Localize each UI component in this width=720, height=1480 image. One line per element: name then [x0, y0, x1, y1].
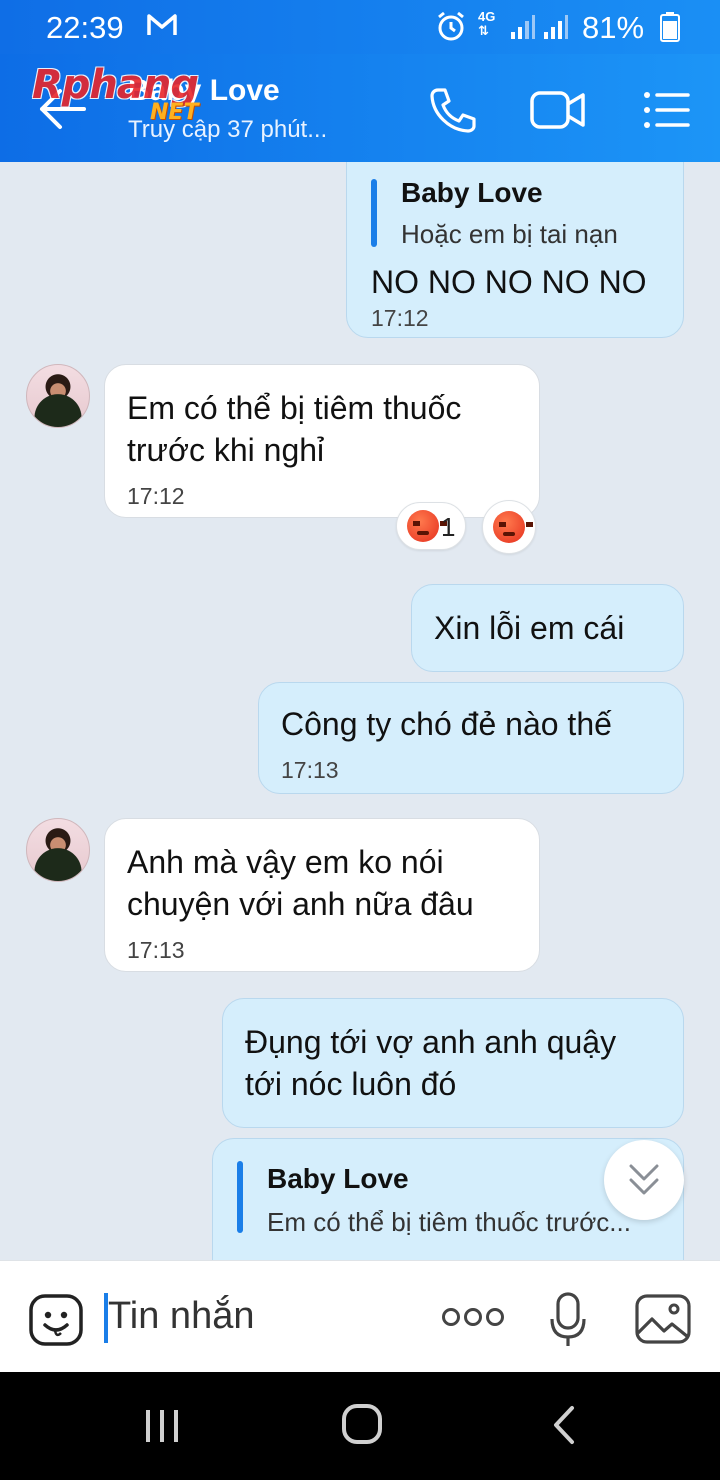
chat-header: Baby Love Truy cập 37 phút... Rphang NET [0, 54, 720, 162]
message-text: Xin lỗi em cái [434, 610, 625, 646]
network-type: 4G ⇅ [478, 9, 496, 38]
reaction-summary[interactable]: 1 [396, 502, 466, 550]
microphone-icon [550, 1292, 586, 1346]
message-bubble-outgoing[interactable]: Baby Love Hoặc em bị tai nạn NO NO NO NO… [346, 162, 684, 338]
message-time: 17:12 [371, 305, 429, 331]
more-dots-icon [442, 1308, 504, 1326]
network-label: 4G [478, 9, 496, 24]
message-time: 17:13 [127, 937, 185, 963]
message-text: NO NO NO NO NO [371, 264, 647, 300]
battery-icon [660, 12, 680, 47]
message-bubble-outgoing[interactable]: Xin lỗi em cái [411, 584, 684, 672]
message-list[interactable]: Baby Love Hoặc em bị tai nạn NO NO NO NO… [0, 162, 720, 1260]
message-bubble-incoming[interactable]: Anh mà vậy em ko nói chuyện với anh nữa … [104, 818, 540, 972]
gmail-icon [146, 12, 178, 43]
more-options-button[interactable] [440, 1305, 506, 1334]
message-composer: Tin nhắn [0, 1260, 720, 1372]
message-text-line: Đụng tới vợ anh anh quậy [245, 1024, 617, 1060]
message-text-line: trước khi nghỉ [127, 432, 325, 468]
quote-author: Baby Love [267, 1163, 409, 1194]
angry-emoji-icon [493, 511, 533, 543]
quote-text: Em có thể bị tiêm thuốc trước... [267, 1207, 631, 1237]
sticker-button[interactable] [28, 1293, 84, 1352]
signal-icon-2 [543, 14, 569, 45]
list-menu-icon [644, 92, 690, 128]
message-text-line: tới nóc luôn đó [245, 1066, 457, 1102]
image-icon [635, 1294, 691, 1344]
message-bubble-outgoing[interactable]: Công ty chó đẻ nào thế 17:13 [258, 682, 684, 794]
message-text: Công ty chó đẻ nào thế [281, 706, 612, 742]
voice-message-button[interactable] [548, 1291, 588, 1354]
angry-emoji-icon [407, 510, 447, 542]
recent-apps-icon [146, 1410, 178, 1442]
gallery-button[interactable] [634, 1293, 692, 1350]
message-text-line: chuyện với anh nữa đâu [127, 886, 474, 922]
message-text-line: Anh mà vậy em ko nói [127, 844, 444, 880]
sticker-icon [29, 1294, 83, 1346]
recent-apps-button[interactable] [142, 1406, 182, 1451]
alarm-icon [436, 11, 466, 48]
quote-text: Hoặc em bị tai nạn [401, 219, 618, 249]
message-bubble-incoming[interactable]: Em có thể bị tiêm thuốc trước khi nghỉ 1… [104, 364, 540, 518]
call-button[interactable] [424, 84, 480, 136]
chevron-double-down-icon [629, 1164, 659, 1195]
signal-icon [510, 14, 536, 45]
message-time: 17:12 [127, 483, 185, 509]
contact-avatar[interactable] [26, 818, 90, 882]
video-camera-icon [530, 91, 585, 129]
menu-button[interactable] [640, 84, 696, 136]
system-navigation-bar [0, 1372, 720, 1480]
status-bar: 22:39 4G ⇅ 81% [0, 0, 720, 54]
message-bubble-outgoing[interactable]: Đụng tới vợ anh anh quậy tới nóc luôn đó [222, 998, 684, 1128]
video-call-button[interactable] [528, 84, 585, 136]
message-time: 17:13 [281, 757, 339, 783]
phone-icon [430, 88, 476, 133]
home-button[interactable] [340, 1402, 384, 1451]
react-button[interactable] [482, 500, 536, 554]
chevron-left-icon [554, 1406, 574, 1444]
message-input[interactable]: Tin nhắn [108, 1295, 254, 1338]
watermark-suffix: NET [150, 100, 199, 125]
quote-bar [371, 179, 377, 247]
quote-author: Baby Love [401, 177, 543, 208]
message-text-line: Em có thể bị tiêm thuốc [127, 390, 462, 426]
back-nav-button[interactable] [548, 1404, 580, 1451]
scroll-to-bottom-button[interactable] [604, 1140, 684, 1220]
quote-bar [237, 1161, 243, 1233]
home-icon [342, 1404, 382, 1444]
contact-avatar[interactable] [26, 364, 90, 428]
status-time: 22:39 [46, 10, 124, 45]
battery-percent: 81% [582, 10, 645, 45]
reaction-count: 1 [441, 512, 456, 542]
